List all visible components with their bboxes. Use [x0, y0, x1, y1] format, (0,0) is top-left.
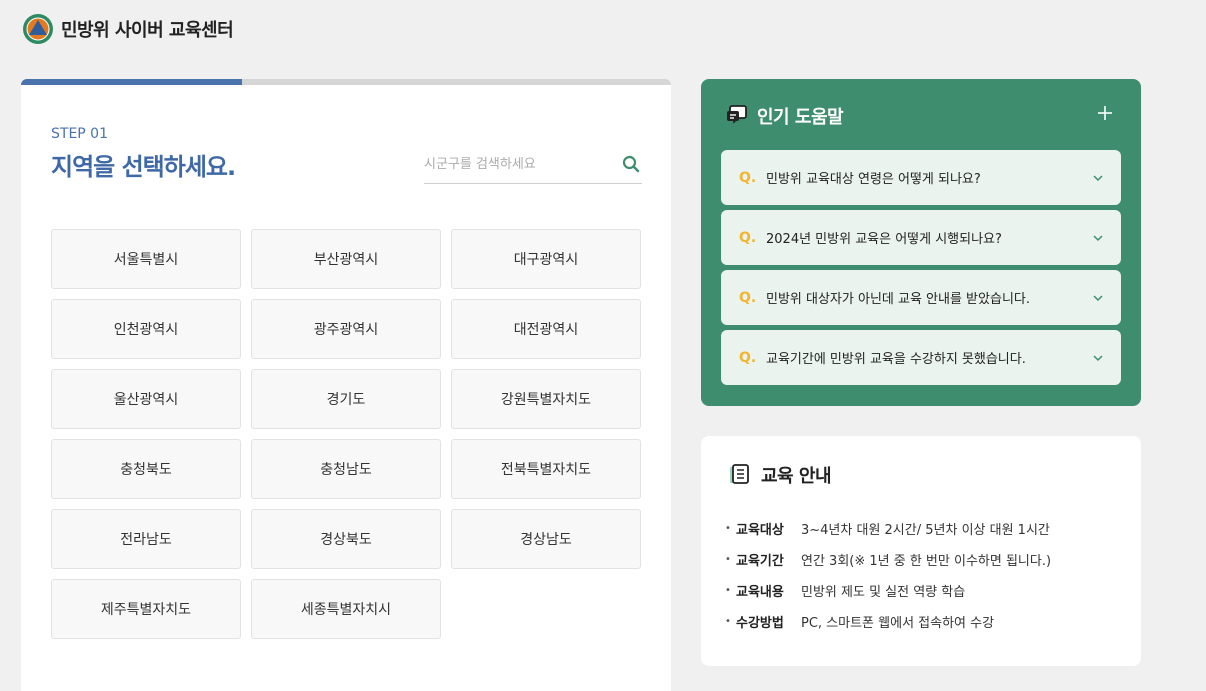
chevron-down-icon	[1093, 234, 1103, 241]
education-info-header: 교육 안내	[727, 462, 832, 488]
faq-question: 민방위 대상자가 아닌데 교육 안내를 받았습니다.	[766, 292, 1030, 307]
faq-item[interactable]: Q. 민방위 대상자가 아닌데 교육 안내를 받았습니다.	[721, 270, 1121, 325]
region-button[interactable]: 세종특별자치시	[251, 579, 441, 639]
education-info-row: • 교육내용 민방위 제도 및 실전 역량 학습	[725, 575, 1051, 606]
info-label: 교육내용	[736, 585, 784, 600]
faq-question: 2024년 민방위 교육은 어떻게 시행되나요?	[766, 232, 1002, 247]
faq-q-mark: Q.	[739, 349, 757, 366]
site-title[interactable]: 민방위 사이버 교육센터	[61, 16, 234, 42]
education-info-list: • 교육대상 3~4년차 대원 2시간/ 5년차 이상 대원 1시간 • 교육기…	[725, 513, 1051, 637]
faq-q-mark: Q.	[739, 169, 757, 186]
region-button[interactable]: 충청북도	[51, 439, 241, 499]
step-label: STEP 01	[51, 126, 108, 142]
region-button[interactable]: 대전광역시	[451, 299, 641, 359]
region-button[interactable]: 경상남도	[451, 509, 641, 569]
chevron-down-icon	[1093, 174, 1103, 181]
bullet: •	[725, 616, 731, 627]
region-button[interactable]: 광주광역시	[251, 299, 441, 359]
faq-list: Q. 민방위 교육대상 연령은 어떻게 되나요? Q. 2024년 민방위 교육…	[721, 150, 1121, 390]
faq-q-mark: Q.	[739, 289, 757, 306]
region-button[interactable]: 전라남도	[51, 509, 241, 569]
region-button[interactable]: 경기도	[251, 369, 441, 429]
education-info-row: • 수강방법 PC, 스마트폰 웹에서 접속하여 수강	[725, 606, 1051, 637]
faq-item[interactable]: Q. 2024년 민방위 교육은 어떻게 시행되나요?	[721, 210, 1121, 265]
region-button[interactable]: 부산광역시	[251, 229, 441, 289]
region-button[interactable]: 충청남도	[251, 439, 441, 499]
step-progress-fill	[21, 79, 242, 85]
chat-bubbles-icon	[727, 105, 747, 124]
page-title: 지역을 선택하세요.	[51, 153, 236, 181]
info-label: 수강방법	[736, 616, 784, 631]
region-button[interactable]: 제주특별자치도	[51, 579, 241, 639]
bullet: •	[725, 523, 731, 534]
region-button[interactable]: 인천광역시	[51, 299, 241, 359]
faq-question: 민방위 교육대상 연령은 어떻게 되나요?	[766, 172, 981, 187]
region-grid: 서울특별시 부산광역시 대구광역시 인천광역시 광주광역시 대전광역시 울산광역…	[51, 229, 641, 639]
faq-question: 교육기간에 민방위 교육을 수강하지 못했습니다.	[766, 352, 1026, 367]
faq-item[interactable]: Q. 교육기간에 민방위 교육을 수강하지 못했습니다.	[721, 330, 1121, 385]
info-label: 교육기간	[736, 554, 784, 569]
region-button[interactable]: 울산광역시	[51, 369, 241, 429]
info-label: 교육대상	[736, 523, 784, 538]
region-button[interactable]: 대구광역시	[451, 229, 641, 289]
document-icon	[730, 464, 749, 484]
civil-defense-logo-icon[interactable]	[22, 13, 54, 45]
chevron-down-icon	[1093, 294, 1103, 301]
info-value: 민방위 제도 및 실전 역량 학습	[801, 585, 966, 600]
step-progress-bar	[21, 79, 671, 85]
bullet: •	[725, 554, 731, 565]
education-info-title: 교육 안내	[761, 466, 832, 487]
popular-help-title: 인기 도움말	[757, 107, 844, 128]
info-value: 연간 3회(※ 1년 중 한 번만 이수하면 됩니다.)	[801, 554, 1052, 569]
education-info-panel: 교육 안내 • 교육대상 3~4년차 대원 2시간/ 5년차 이상 대원 1시간…	[701, 436, 1141, 666]
region-search-input[interactable]	[424, 149, 614, 179]
region-button[interactable]: 서울특별시	[51, 229, 241, 289]
education-info-row: • 교육대상 3~4년차 대원 2시간/ 5년차 이상 대원 1시간	[725, 513, 1051, 544]
region-button[interactable]: 경상북도	[251, 509, 441, 569]
site-header: 민방위 사이버 교육센터	[22, 13, 234, 45]
education-info-row: • 교육기간 연간 3회(※ 1년 중 한 번만 이수하면 됩니다.)	[725, 544, 1051, 575]
region-button[interactable]: 강원특별자치도	[451, 369, 641, 429]
plus-icon[interactable]	[1097, 105, 1113, 121]
popular-help-panel: 인기 도움말 Q. 민방위 교육대상 연령은 어떻게 되나요? Q. 2024년…	[701, 79, 1141, 406]
region-search	[424, 149, 642, 184]
popular-help-header: 인기 도움말	[725, 103, 844, 129]
bullet: •	[725, 585, 731, 596]
faq-item[interactable]: Q. 민방위 교육대상 연령은 어떻게 되나요?	[721, 150, 1121, 205]
faq-q-mark: Q.	[739, 229, 757, 246]
search-icon[interactable]	[622, 155, 640, 173]
region-button[interactable]: 전북특별자치도	[451, 439, 641, 499]
info-value: 3~4년차 대원 2시간/ 5년차 이상 대원 1시간	[801, 523, 1050, 538]
region-select-panel: STEP 01 지역을 선택하세요. 서울특별시 부산광역시 대구광역시 인천광…	[21, 79, 671, 691]
info-value: PC, 스마트폰 웹에서 접속하여 수강	[801, 616, 995, 631]
chevron-down-icon	[1093, 354, 1103, 361]
